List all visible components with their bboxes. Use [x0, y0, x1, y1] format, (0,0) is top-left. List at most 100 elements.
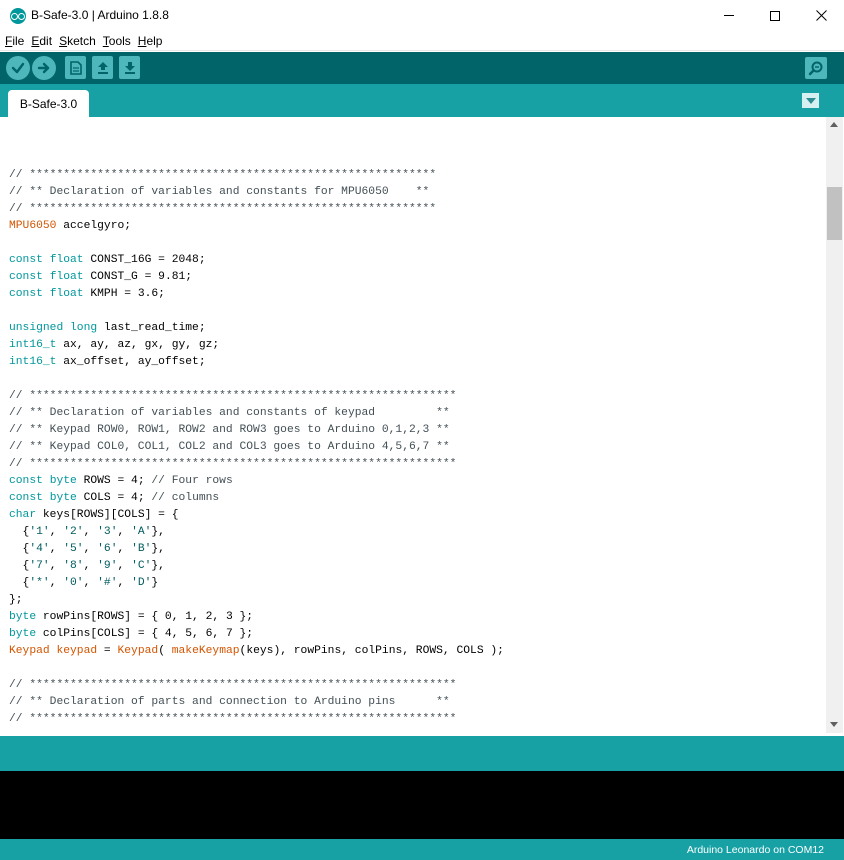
code-line[interactable]: // ** Declaration of variables and const…	[9, 405, 504, 422]
open-sketch-button[interactable]	[92, 56, 113, 79]
status-bar	[0, 736, 844, 771]
new-sketch-button[interactable]	[65, 56, 86, 79]
menu-edit[interactable]: Edit	[31, 34, 52, 48]
code-token: },	[151, 560, 165, 572]
scrollbar-thumb[interactable]	[827, 187, 842, 240]
code-token: // ** Declaration of parts and connectio…	[9, 696, 450, 708]
chevron-down-icon	[805, 97, 816, 104]
code-line[interactable]: const byte ROWS = 4; // Four rows	[9, 473, 504, 490]
code-line[interactable]: int16_t ax_offset, ay_offset;	[9, 354, 504, 371]
code-token: accelgyro;	[56, 220, 132, 232]
serial-monitor-icon	[808, 61, 823, 76]
code-token: // *************************************…	[9, 679, 457, 691]
maximize-button[interactable]	[752, 0, 798, 31]
open-sketch-icon	[97, 61, 108, 74]
menu-help[interactable]: Help	[138, 34, 163, 48]
code-line[interactable]: const float KMPH = 3.6;	[9, 286, 504, 303]
code-token: byte	[49, 492, 77, 504]
vertical-scrollbar[interactable]	[826, 117, 843, 733]
code-line[interactable]: {'4', '5', '6', 'B'},	[9, 541, 504, 558]
code-line[interactable]: const byte COLS = 4; // columns	[9, 490, 504, 507]
tab-menu-button[interactable]	[802, 93, 819, 108]
menu-file[interactable]: File	[5, 34, 24, 48]
code-line[interactable]: // ** Keypad COL0, COL1, COL2 and COL3 g…	[9, 439, 504, 456]
code-line[interactable]	[9, 303, 504, 320]
code-line[interactable]: int16_t ax, ay, az, gx, gy, gz;	[9, 337, 504, 354]
code-token: ,	[83, 526, 98, 538]
code-token: '0'	[63, 577, 84, 589]
code-token: '6'	[97, 543, 118, 555]
code-line[interactable]	[9, 371, 504, 388]
code-token: makeKeymap	[171, 645, 240, 657]
code-line[interactable]: // *************************************…	[9, 677, 504, 694]
code-token: ,	[117, 526, 132, 538]
code-line[interactable]	[9, 235, 504, 252]
minimize-button[interactable]	[706, 0, 752, 31]
code-line[interactable]: {'*', '0', '#', 'D'}	[9, 575, 504, 592]
upload-button[interactable]	[32, 56, 56, 80]
code-token: },	[151, 543, 165, 555]
code-token: Keypad	[117, 645, 159, 657]
code-line[interactable]: MPU6050 accelgyro;	[9, 218, 504, 235]
code-text[interactable]: // *************************************…	[9, 167, 504, 728]
code-line[interactable]: {'1', '2', '3', 'A'},	[9, 524, 504, 541]
minimize-icon	[724, 15, 734, 16]
code-line[interactable]: char keys[ROWS][COLS] = {	[9, 507, 504, 524]
code-line[interactable]: // *************************************…	[9, 456, 504, 473]
code-line[interactable]	[9, 660, 504, 677]
code-line[interactable]: // ** Declaration of parts and connectio…	[9, 694, 504, 711]
serial-monitor-button[interactable]	[805, 57, 827, 79]
code-token: char	[9, 509, 37, 521]
scroll-down-icon[interactable]	[830, 722, 838, 727]
code-token: // Four rows	[151, 475, 233, 487]
code-line[interactable]: const float CONST_G = 9.81;	[9, 269, 504, 286]
output-console[interactable]	[0, 771, 844, 839]
code-line[interactable]: unsigned long last_read_time;	[9, 320, 504, 337]
maximize-icon	[770, 10, 780, 21]
code-line[interactable]: byte colPins[COLS] = { 4, 5, 6, 7 };	[9, 626, 504, 643]
code-token: // *************************************…	[9, 169, 437, 181]
code-line[interactable]: byte rowPins[ROWS] = { 0, 1, 2, 3 };	[9, 609, 504, 626]
code-token: const	[9, 475, 43, 487]
code-line[interactable]: // *************************************…	[9, 167, 504, 184]
code-token: },	[151, 526, 165, 538]
code-token: last_read_time;	[97, 322, 206, 334]
code-line[interactable]: // ** Keypad ROW0, ROW1, ROW2 and ROW3 g…	[9, 422, 504, 439]
code-line[interactable]: // *************************************…	[9, 711, 504, 728]
code-token: const	[9, 271, 43, 283]
code-token: {	[9, 577, 30, 589]
code-token: ,	[49, 577, 64, 589]
code-token: // ** Declaration of variables and const…	[9, 186, 430, 198]
code-line[interactable]: // *************************************…	[9, 388, 504, 405]
code-token: =	[97, 645, 118, 657]
code-line[interactable]: Keypad keypad = Keypad( makeKeymap(keys)…	[9, 643, 504, 660]
code-token: {	[9, 543, 30, 555]
save-sketch-button[interactable]	[119, 56, 140, 79]
code-line[interactable]: };	[9, 592, 504, 609]
code-line[interactable]: {'7', '8', '9', 'C'},	[9, 558, 504, 575]
code-token: colPins[COLS] = { 4, 5, 6, 7 };	[36, 628, 254, 640]
tab-b-safe-3-0[interactable]: B-Safe-3.0	[8, 90, 89, 117]
code-token: MPU6050	[9, 220, 57, 232]
code-token: // ** Keypad ROW0, ROW1, ROW2 and ROW3 g…	[9, 424, 450, 436]
menu-sketch[interactable]: Sketch	[59, 34, 96, 48]
code-token: ,	[49, 543, 64, 555]
menu-tools[interactable]: Tools	[103, 34, 131, 48]
code-editor[interactable]: // *************************************…	[0, 117, 844, 733]
code-token: '*'	[29, 577, 50, 589]
code-token: COLS = 4;	[76, 492, 152, 504]
code-token: {	[9, 560, 30, 572]
code-line[interactable]: // ** Declaration of variables and const…	[9, 184, 504, 201]
verify-button[interactable]	[6, 56, 30, 80]
code-token: float	[49, 254, 84, 266]
code-line[interactable]: const float CONST_16G = 2048;	[9, 252, 504, 269]
code-token: rowPins[ROWS] = { 0, 1, 2, 3 };	[36, 611, 254, 623]
board-port-label: Arduino Leonardo on COM12	[686, 844, 824, 856]
scroll-up-icon[interactable]	[830, 122, 838, 127]
code-token: // *************************************…	[9, 713, 457, 725]
code-line[interactable]: // *************************************…	[9, 201, 504, 218]
close-button[interactable]	[798, 0, 844, 31]
